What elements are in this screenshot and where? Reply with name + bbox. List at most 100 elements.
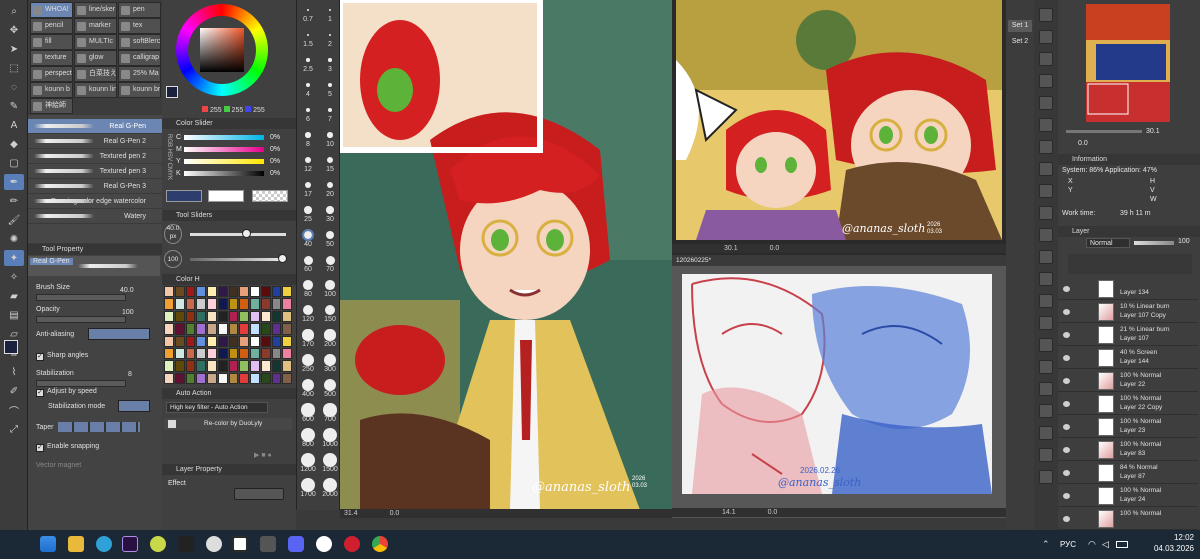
fill-icon[interactable]: ▰ <box>4 288 24 304</box>
color-swatch[interactable] <box>282 360 292 372</box>
command-icon[interactable] <box>1039 272 1053 286</box>
color-swatch[interactable] <box>174 372 185 384</box>
brush-size-dot[interactable] <box>302 304 314 316</box>
correct-line-icon[interactable]: ⌒ <box>4 402 24 418</box>
chat-icon[interactable] <box>206 536 222 552</box>
eye-icon[interactable] <box>1063 309 1070 315</box>
brush-size-dot[interactable] <box>303 280 313 290</box>
brush-size-option[interactable]: 12 <box>298 166 318 173</box>
brush-size-dot[interactable] <box>301 478 315 492</box>
channel-slider[interactable] <box>184 159 264 164</box>
stabilization-mode-buttons[interactable] <box>118 400 150 412</box>
command-icon[interactable] <box>1039 404 1053 418</box>
color-swatch[interactable] <box>250 286 260 298</box>
color-swatch[interactable] <box>260 335 271 347</box>
command-icon[interactable] <box>1039 8 1053 22</box>
color-swatch[interactable] <box>207 360 217 372</box>
brush-size-option[interactable]: 800 <box>298 441 318 448</box>
brush-item[interactable]: Running color edge watercolor <box>28 194 162 209</box>
command-icon[interactable] <box>1039 184 1053 198</box>
color-swatch[interactable] <box>164 335 174 347</box>
color-swatch[interactable] <box>250 360 260 372</box>
brush-size-option[interactable]: 0.7 <box>298 16 318 23</box>
brush-size-dot[interactable] <box>325 230 335 240</box>
color-swatch[interactable] <box>260 286 271 298</box>
clock[interactable]: 12:02 04.03.2026 <box>1152 532 1194 554</box>
color-swatch[interactable] <box>196 298 206 310</box>
main-color-indicator[interactable] <box>166 86 178 98</box>
brush-size-dot[interactable] <box>304 156 312 164</box>
color-swatch[interactable] <box>164 298 174 310</box>
color-swatch[interactable] <box>174 310 185 323</box>
layer-row[interactable]: 100 % Normal Layer 83 <box>1058 439 1198 461</box>
brush-size-dot[interactable] <box>324 304 336 316</box>
stabilization-slider[interactable] <box>36 380 126 387</box>
zoom-icon[interactable]: ⌕ <box>4 3 24 19</box>
brush-size-dot[interactable] <box>304 181 312 189</box>
opacity-value[interactable]: 100 <box>122 309 134 316</box>
opacity-slider-knob[interactable] <box>278 254 287 263</box>
color-swatch[interactable] <box>217 298 228 310</box>
color-swatch[interactable] <box>282 310 292 323</box>
eye-icon[interactable] <box>1063 447 1070 453</box>
opera-icon[interactable] <box>344 536 360 552</box>
eye-icon[interactable] <box>1063 516 1070 522</box>
color-swatch[interactable] <box>207 347 217 360</box>
edge-icon[interactable] <box>96 536 112 552</box>
eye-icon[interactable] <box>1063 493 1070 499</box>
color-swatch[interactable] <box>271 323 282 335</box>
color-swatch[interactable] <box>207 298 217 310</box>
snake-icon[interactable] <box>260 536 276 552</box>
canvas-secondary[interactable]: @ananas_sloth 2026 03.03 30.1 0.0 <box>672 0 1006 255</box>
pencil-icon[interactable]: ✏ <box>4 193 24 209</box>
color-swatch[interactable] <box>228 286 239 298</box>
layer-row[interactable]: 100 % Normal Layer 24 <box>1058 485 1198 507</box>
navigator-angle[interactable]: 0.0 <box>1078 140 1088 147</box>
color-swatch[interactable] <box>185 323 196 335</box>
brush-size-option[interactable]: 1700 <box>298 491 318 498</box>
brush-size-option[interactable]: 25 <box>298 216 318 223</box>
command-icon[interactable] <box>1039 382 1053 396</box>
subtool-16[interactable]: kounn lin <box>74 82 117 98</box>
color-swatch[interactable] <box>282 286 292 298</box>
airbrush-icon[interactable]: ✺ <box>4 231 24 247</box>
brush-size-option[interactable]: 10 <box>320 141 340 148</box>
color-swatch[interactable] <box>196 310 206 323</box>
selection-icon[interactable]: ⬚ <box>4 60 24 76</box>
color-swatch[interactable] <box>228 347 239 360</box>
color-swatch[interactable] <box>207 335 217 347</box>
color-swatch[interactable] <box>217 323 228 335</box>
brush-size-dot[interactable] <box>304 206 312 214</box>
brush-size-dot[interactable] <box>329 9 331 11</box>
color-swatch[interactable] <box>164 286 174 298</box>
color-swatch[interactable] <box>250 335 260 347</box>
color-swatch[interactable] <box>228 310 239 323</box>
color-swatch[interactable] <box>196 286 206 298</box>
color-swatch[interactable] <box>185 286 196 298</box>
brush-size-dot[interactable] <box>328 58 332 62</box>
brush-item[interactable]: Real G-Pen <box>28 119 162 134</box>
canvas3-zoom[interactable]: 14.1 <box>722 509 736 516</box>
brush-size-option[interactable]: 1.5 <box>298 41 318 48</box>
color-swatch[interactable] <box>271 372 282 384</box>
navigator-thumbnail[interactable] <box>1086 4 1170 122</box>
color-swatch[interactable] <box>174 347 185 360</box>
brush-size-option[interactable]: 120 <box>298 316 318 323</box>
brush-size-option[interactable]: 40 <box>298 241 318 248</box>
brush-size-dot[interactable] <box>324 354 336 366</box>
color-swatch[interactable] <box>239 286 249 298</box>
brush-size-option[interactable]: 200 <box>320 341 340 348</box>
color-swatch[interactable] <box>164 372 174 384</box>
brush-size-dot[interactable] <box>301 453 315 467</box>
color-swatch[interactable] <box>239 323 249 335</box>
color-swatch[interactable] <box>260 323 271 335</box>
color-swatch[interactable] <box>185 335 196 347</box>
taper-buttons[interactable] <box>58 422 140 432</box>
brush-size-dot[interactable] <box>323 428 337 442</box>
layer-row[interactable]: 100 % Normal Layer 23 <box>1058 416 1198 438</box>
color-swatch[interactable] <box>271 335 282 347</box>
command-icon[interactable] <box>1039 470 1053 484</box>
color-swatch[interactable] <box>217 286 228 298</box>
canvas-sketch[interactable]: 120260225* 2026.02.26 @ananas_sloth 14.1… <box>672 256 1006 518</box>
brush-size-option[interactable]: 20 <box>320 191 340 198</box>
